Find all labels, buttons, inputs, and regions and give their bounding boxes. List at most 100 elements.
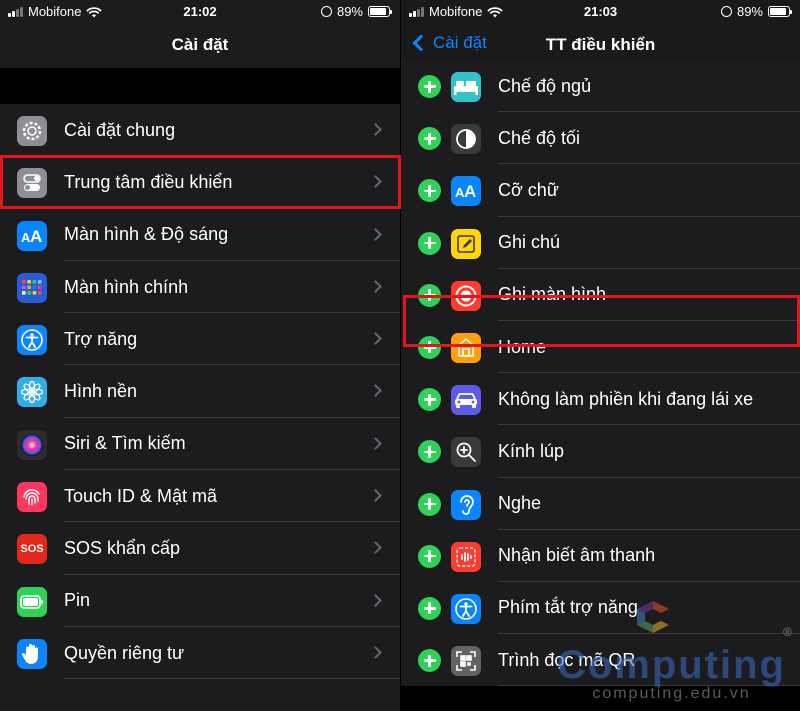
settings-screen: Mobifone 21:02 89% Cài đặt Cài đặt chung… [0,0,400,711]
settings-item-label: Cài đặt chung [64,119,176,140]
watermark: ® Computing computing.edu.vn [556,601,792,703]
text-size-icon: AA [451,176,481,207]
add-control-icon[interactable] [418,75,441,98]
svg-text:A: A [30,227,42,245]
chevron-right-icon [369,384,382,398]
car-icon [451,385,481,416]
settings-item[interactable]: A A Màn hình & Độ sáng [0,209,400,261]
settings-item-label: Pin [64,590,91,611]
chevron-right-icon [369,280,382,293]
chevron-right-icon [369,227,382,241]
more-controls-list: Chế độ ngủ Chế độ tối A A Cỡ chữ Ghi chú Ghi m… [401,60,800,687]
settings-item[interactable]: Quyền riêng tư [0,627,400,680]
control-item[interactable]: Home [401,321,800,374]
watermark-site: computing.edu.vn [592,685,751,702]
control-item[interactable]: Phím tắt trợ năng [401,582,800,635]
page-title: Cài đặt [171,35,229,54]
chevron-right-icon [369,593,382,607]
qr-code-icon [451,646,481,677]
settings-item[interactable]: Touch ID & Mật mã [0,470,400,523]
settings-item[interactable]: Trung tâm điều khiển [0,156,400,209]
gear-icon [17,116,47,146]
add-control-icon[interactable] [418,544,441,568]
control-item-label: Chế độ tối [498,127,581,148]
settings-item-label: Touch ID & Mật mã [64,485,218,506]
settings-item-label: Màn hình chính [64,276,189,297]
watermark-brand: Computing [556,643,786,687]
accessibility-icon [17,325,47,356]
settings-item[interactable]: Trợ năng [0,313,400,366]
add-control-icon[interactable] [418,492,441,516]
settings-item-label: Màn hình & Độ sáng [64,224,229,245]
toggles-icon [17,168,47,199]
control-item[interactable]: Không làm phiền khi đang lái xe [401,373,800,426]
battery-percent: 89% [336,4,363,19]
orientation-lock-icon [320,6,332,17]
control-item-label: Ghi màn hình [498,284,607,305]
registered-mark: ® [783,625,792,639]
control-item[interactable]: Nhận biết âm thanh [401,530,800,582]
computing-logo-icon [636,601,669,633]
home-grid-icon [17,272,47,303]
settings-item[interactable]: Hình nền [0,365,400,418]
fingerprint-icon [17,482,47,513]
settings-list: Cài đặt chung Trung tâm điều khiển A A Màn h… [0,104,400,680]
settings-item-label: SOS khẩn cấp [64,538,181,559]
control-center-screen: Chế độ ngủ Chế độ tối A A Cỡ chữ Ghi chú Ghi m… [401,0,800,711]
control-item-label: Nghe [498,493,542,514]
control-item[interactable]: Kính lúp [401,425,800,478]
status-bar: Mobifone 21:03 89% [401,0,800,22]
control-item-label: Nhận biết âm thanh [498,545,656,566]
control-item-label: Không làm phiền khi đang lái xe [498,388,754,409]
chevron-right-icon [369,175,382,189]
add-control-icon[interactable] [418,179,441,203]
add-control-icon[interactable] [418,127,441,151]
screen-record-icon [451,280,481,311]
add-control-icon[interactable] [418,231,441,255]
add-control-icon[interactable] [418,649,441,673]
settings-item[interactable]: Siri & Tìm kiếm [0,418,400,471]
control-item[interactable]: A A Cỡ chữ [401,164,800,217]
page-title: TT điều khiển [545,35,656,54]
sound-recognition-icon [451,541,481,572]
battery-icon [768,6,792,17]
control-item[interactable]: Ghi chú [401,217,800,269]
svg-text:A: A [464,182,476,200]
control-item-label: Home [498,336,547,357]
text-size-icon: AA [17,220,47,251]
add-control-icon[interactable] [418,388,441,412]
settings-item[interactable]: Pin [0,575,400,627]
dark-mode-icon [451,124,481,155]
battery-icon [368,6,392,17]
flower-icon [17,377,47,408]
add-control-icon[interactable] [418,596,441,620]
nav-bar: Cài đặt [0,22,400,68]
battery-percent: 89% [736,4,763,19]
add-control-icon[interactable] [418,283,441,307]
control-item-label: Cỡ chữ [498,179,559,200]
control-item-label: Ghi chú [498,232,561,253]
ear-icon [451,489,481,520]
add-control-icon[interactable] [418,440,441,464]
chevron-right-icon [369,436,382,450]
chevron-right-icon [369,123,382,136]
settings-item-label: Quyền riêng tư [64,642,185,663]
add-control-icon[interactable] [418,335,441,359]
control-item[interactable]: Chế độ tối [401,112,800,165]
notes-icon [451,228,481,259]
siri-icon [17,429,47,460]
settings-item[interactable]: Cài đặt chung [0,104,400,157]
chevron-right-icon [369,489,382,502]
control-item[interactable]: Nghe [401,478,800,530]
sos-icon: SOS [17,534,47,565]
settings-item[interactable]: Màn hình chính [0,261,400,314]
control-item[interactable]: Ghi màn hình [401,269,800,321]
settings-item-label: Siri & Tìm kiếm [64,433,186,454]
settings-item[interactable]: SOS SOS khẩn cấp [0,522,400,575]
chevron-right-icon [369,332,382,346]
control-item-label: Phím tắt trợ năng [498,597,638,618]
chevron-right-icon [369,646,382,659]
chevron-right-icon [369,541,382,555]
hand-icon [17,638,47,669]
control-item-label: Chế độ ngủ [498,75,592,96]
